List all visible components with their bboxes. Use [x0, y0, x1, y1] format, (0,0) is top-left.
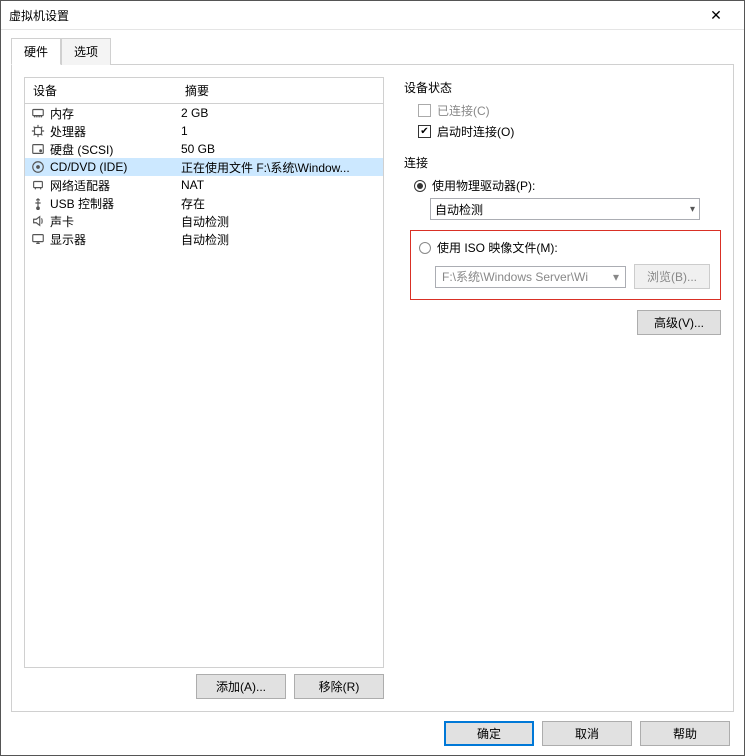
nic-icon — [31, 178, 45, 192]
memory-icon — [31, 106, 45, 120]
connection-group: 连接 使用物理驱动器(P): 自动检测 ▾ — [404, 154, 721, 335]
col-summary: 摘要 — [177, 78, 383, 103]
chevron-down-icon: ▾ — [613, 270, 619, 284]
device-summary: 正在使用文件 F:\系统\Window... — [177, 159, 383, 176]
device-name: 显示器 — [50, 231, 86, 248]
checkbox-icon — [418, 104, 431, 117]
device-summary: 自动检测 — [177, 213, 383, 230]
table-row[interactable]: 处理器 1 — [25, 122, 383, 140]
table-row[interactable]: USB 控制器 存在 — [25, 194, 383, 212]
device-name: 处理器 — [50, 123, 86, 140]
col-device: 设备 — [25, 78, 177, 103]
tab-container: 硬件 选项 设备 摘要 内存 2 GB 处理器 1 硬盘 (S — [1, 30, 744, 712]
right-pane: 设备状态 已连接(C) ✔ 启动时连接(O) 连接 — [404, 77, 721, 699]
ok-button[interactable]: 确定 — [444, 721, 534, 746]
device-name: 网络适配器 — [50, 177, 110, 194]
iso-file-radio[interactable]: 使用 ISO 映像文件(M): — [419, 239, 710, 256]
cpu-icon — [31, 124, 45, 138]
device-summary: 自动检测 — [177, 231, 383, 248]
disc-icon — [31, 160, 45, 174]
device-summary: 存在 — [177, 195, 383, 212]
device-buttons: 添加(A)... 移除(R) — [24, 674, 384, 699]
help-button[interactable]: 帮助 — [640, 721, 730, 746]
close-icon[interactable]: ✕ — [696, 7, 736, 24]
device-summary: NAT — [177, 178, 383, 192]
physical-drive-radio[interactable]: 使用物理驱动器(P): — [414, 177, 721, 194]
browse-button: 浏览(B)... — [634, 264, 710, 289]
iso-highlight-box: 使用 ISO 映像文件(M): F:\系统\Windows Server\Wi … — [410, 230, 721, 300]
radio-icon — [414, 180, 426, 192]
physical-drive-dropdown[interactable]: 自动检测 ▾ — [430, 198, 700, 220]
tab-panel-hardware: 设备 摘要 内存 2 GB 处理器 1 硬盘 (SCSI) 50 GB CD/D… — [11, 64, 734, 712]
device-name: 硬盘 (SCSI) — [50, 141, 113, 158]
device-name: 内存 — [50, 105, 74, 122]
connected-checkbox: 已连接(C) — [418, 102, 721, 119]
tab-hardware[interactable]: 硬件 — [11, 38, 61, 65]
iso-path-input[interactable]: F:\系统\Windows Server\Wi ▾ — [435, 266, 626, 288]
usb-icon — [31, 196, 45, 210]
tabstrip: 硬件 选项 — [11, 38, 734, 65]
chevron-down-icon: ▾ — [690, 204, 695, 215]
tab-options[interactable]: 选项 — [61, 38, 111, 65]
device-summary: 2 GB — [177, 106, 383, 120]
window-title: 虚拟机设置 — [9, 7, 69, 24]
connect-on-start-checkbox[interactable]: ✔ 启动时连接(O) — [418, 123, 721, 140]
table-row[interactable]: 内存 2 GB — [25, 104, 383, 122]
device-summary: 50 GB — [177, 142, 383, 156]
table-body: 内存 2 GB 处理器 1 硬盘 (SCSI) 50 GB CD/DVD (ID… — [25, 104, 383, 248]
sound-icon — [31, 214, 45, 228]
display-icon — [31, 232, 45, 246]
device-name: 声卡 — [50, 213, 74, 230]
table-row[interactable]: 显示器 自动检测 — [25, 230, 383, 248]
vm-settings-window: 虚拟机设置 ✕ 硬件 选项 设备 摘要 内存 2 GB 处理器 — [0, 0, 745, 756]
device-summary: 1 — [177, 124, 383, 138]
advanced-button[interactable]: 高级(V)... — [637, 310, 721, 335]
device-name: USB 控制器 — [50, 195, 114, 212]
checkbox-icon: ✔ — [418, 125, 431, 138]
radio-icon — [419, 242, 431, 254]
status-group-title: 设备状态 — [404, 79, 721, 96]
table-row[interactable]: 网络适配器 NAT — [25, 176, 383, 194]
cancel-button[interactable]: 取消 — [542, 721, 632, 746]
table-row[interactable]: 硬盘 (SCSI) 50 GB — [25, 140, 383, 158]
device-status-group: 设备状态 已连接(C) ✔ 启动时连接(O) — [404, 79, 721, 140]
table-row[interactable]: 声卡 自动检测 — [25, 212, 383, 230]
table-row[interactable]: CD/DVD (IDE) 正在使用文件 F:\系统\Window... — [25, 158, 383, 176]
connection-group-title: 连接 — [404, 154, 721, 171]
table-header: 设备 摘要 — [25, 78, 383, 104]
left-pane: 设备 摘要 内存 2 GB 处理器 1 硬盘 (SCSI) 50 GB CD/D… — [24, 77, 384, 699]
remove-button[interactable]: 移除(R) — [294, 674, 384, 699]
titlebar: 虚拟机设置 ✕ — [1, 1, 744, 30]
add-button[interactable]: 添加(A)... — [196, 674, 286, 699]
device-name: CD/DVD (IDE) — [50, 160, 127, 174]
device-table: 设备 摘要 内存 2 GB 处理器 1 硬盘 (SCSI) 50 GB CD/D… — [24, 77, 384, 668]
hdd-icon — [31, 142, 45, 156]
dialog-footer: 确定 取消 帮助 — [1, 712, 744, 755]
